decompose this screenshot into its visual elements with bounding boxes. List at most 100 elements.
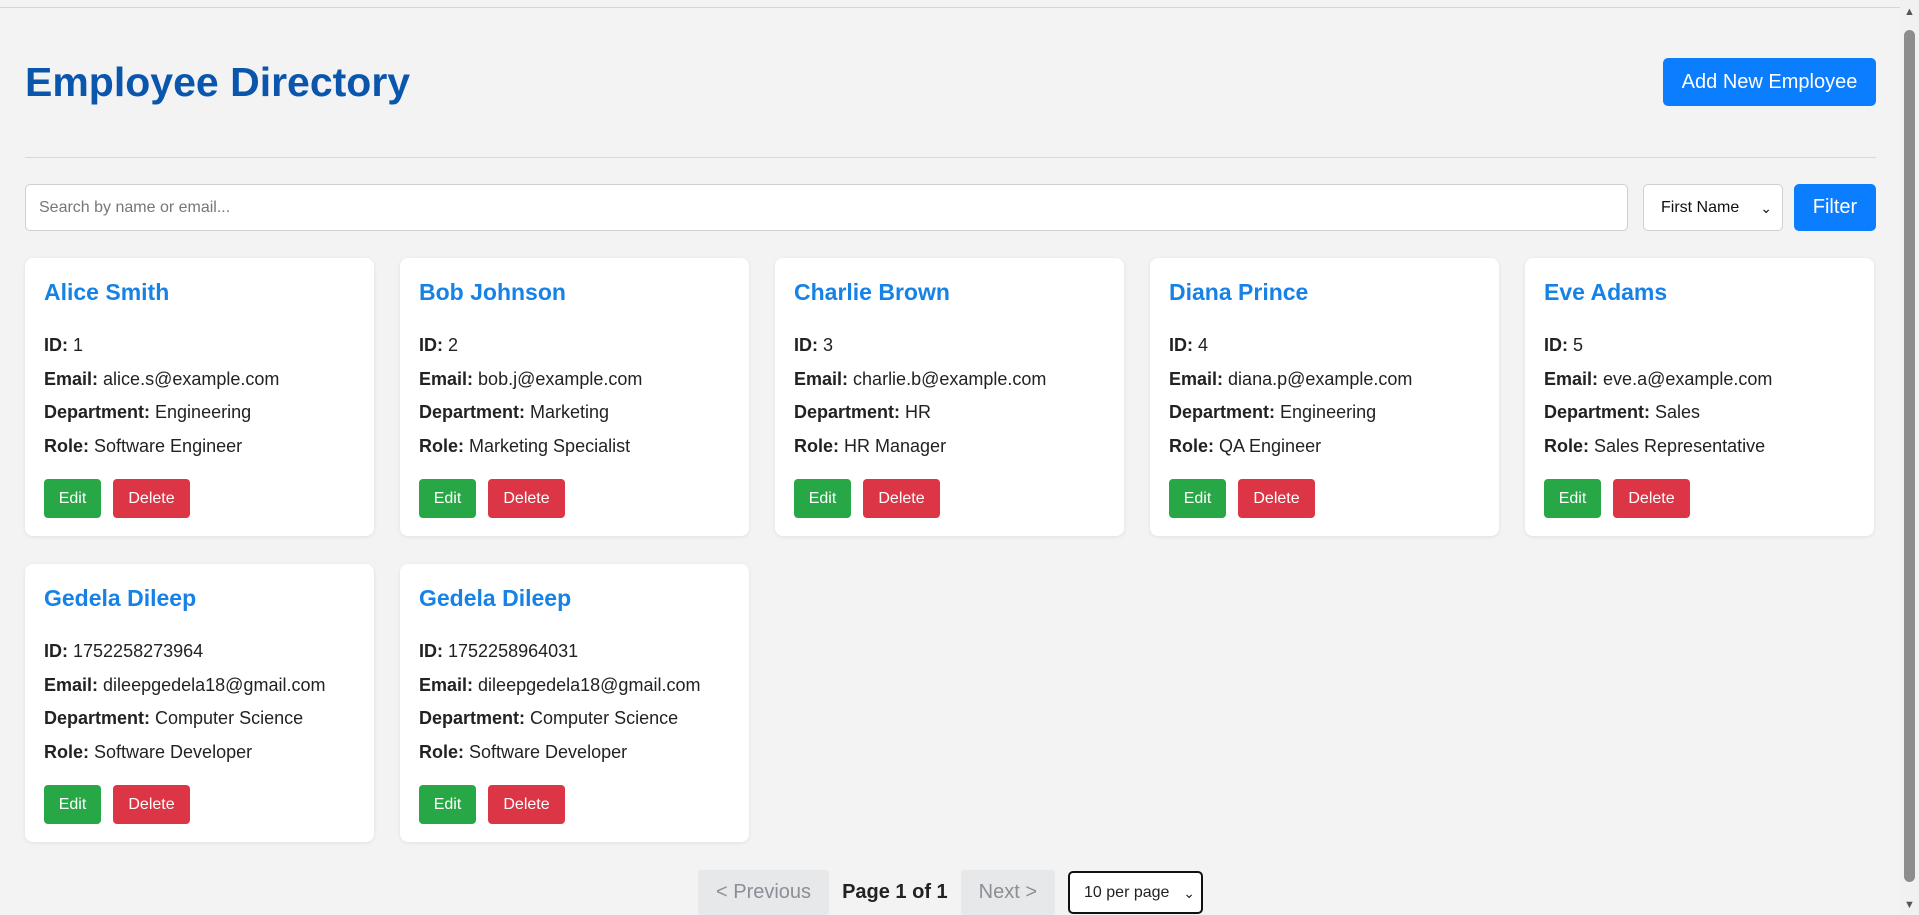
card-actions: Edit Delete xyxy=(44,785,190,824)
card-actions: Edit Delete xyxy=(1544,479,1690,518)
employee-name: Diana Prince xyxy=(1169,279,1309,305)
employee-email-row: Email: bob.j@example.com xyxy=(419,363,730,397)
employee-role: Marketing Specialist xyxy=(469,435,631,456)
department-label: Department: xyxy=(44,402,151,422)
id-label: ID: xyxy=(1544,335,1568,355)
employee-name: Gedela Dileep xyxy=(419,585,572,611)
employee-email-row: Email: dileepgedela18@gmail.com xyxy=(419,669,730,703)
delete-button[interactable]: Delete xyxy=(113,785,190,824)
edit-button[interactable]: Edit xyxy=(44,479,101,518)
employee-id-row: ID: 1752258964031 xyxy=(419,635,730,669)
employee-id-row: ID: 5 xyxy=(1544,329,1855,363)
card-actions: Edit Delete xyxy=(44,479,190,518)
edit-button[interactable]: Edit xyxy=(44,785,101,824)
scroll-up-arrow-icon[interactable]: ▲ xyxy=(1904,6,1915,18)
filter-button[interactable]: Filter xyxy=(1794,184,1876,231)
department-label: Department: xyxy=(419,402,526,422)
employee-role: HR Manager xyxy=(844,435,947,456)
previous-page-button[interactable]: < Previous xyxy=(698,870,830,915)
delete-button[interactable]: Delete xyxy=(488,479,565,518)
edit-button[interactable]: Edit xyxy=(1544,479,1601,518)
edit-button[interactable]: Edit xyxy=(1169,479,1226,518)
employee-details: ID: 1 Email: alice.s@example.com Departmen… xyxy=(44,329,355,463)
employee-id: 3 xyxy=(823,335,834,355)
employee-email: bob.j@example.com xyxy=(478,368,643,389)
employee-department: Sales xyxy=(1655,402,1701,422)
department-label: Department: xyxy=(1169,402,1276,422)
search-bar: First Name ⌄ Filter xyxy=(25,184,1876,232)
id-label: ID: xyxy=(44,641,68,661)
employee-role-row: Role: Software Developer xyxy=(44,736,355,770)
id-label: ID: xyxy=(1169,335,1193,355)
employee-department-row: Department: Engineering xyxy=(1169,396,1480,430)
email-label: Email: xyxy=(419,368,474,389)
next-page-button[interactable]: Next > xyxy=(960,870,1056,915)
employee-email-row: Email: eve.a@example.com xyxy=(1544,363,1855,397)
employee-department: Computer Science xyxy=(530,708,679,728)
email-label: Email: xyxy=(44,674,99,695)
employee-details: ID: 4 Email: diana.p@example.com Departmen… xyxy=(1169,329,1480,463)
scroll-down-arrow-icon[interactable]: ▼ xyxy=(1904,899,1915,911)
employee-role-row: Role: HR Manager xyxy=(794,430,1105,464)
employee-name: Bob Johnson xyxy=(419,279,566,305)
card-actions: Edit Delete xyxy=(419,785,565,824)
employee-role-row: Role: Software Developer xyxy=(419,736,730,770)
card-actions: Edit Delete xyxy=(1169,479,1315,518)
employee-email: alice.s@example.com xyxy=(103,368,280,389)
search-input[interactable] xyxy=(25,184,1628,231)
delete-button[interactable]: Delete xyxy=(113,479,190,518)
employee-role: QA Engineer xyxy=(1219,435,1322,456)
employee-card-grid: Alice Smith ID: 1 Email: alice.s@example.c… xyxy=(25,258,1876,842)
employee-email-row: Email: diana.p@example.com xyxy=(1169,363,1480,397)
employee-email-row: Email: alice.s@example.com xyxy=(44,363,355,397)
employee-email: charlie.b@example.com xyxy=(853,368,1047,389)
employee-id: 2 xyxy=(448,335,459,355)
id-label: ID: xyxy=(419,335,443,355)
vertical-scrollbar[interactable]: ▲ ▼ xyxy=(1900,0,1919,915)
employee-card: Bob Johnson ID: 2 Email: bob.j@example.com… xyxy=(400,258,749,536)
employee-email: diana.p@example.com xyxy=(1228,368,1413,389)
delete-button[interactable]: Delete xyxy=(488,785,565,824)
role-label: Role: xyxy=(44,741,89,762)
edit-button[interactable]: Edit xyxy=(419,785,476,824)
sort-field-select[interactable]: First Name ⌄ xyxy=(1643,184,1783,231)
employee-details: ID: 5 Email: eve.a@example.com Department:… xyxy=(1544,329,1855,463)
per-page-select[interactable]: 10 per page ⌄ xyxy=(1068,871,1204,914)
employee-name: Gedela Dileep xyxy=(44,585,197,611)
add-new-employee-button[interactable]: Add New Employee xyxy=(1663,58,1876,106)
chevron-down-icon: ⌄ xyxy=(1760,200,1772,216)
chevron-down-icon: ⌄ xyxy=(1183,885,1196,901)
employee-role-row: Role: Sales Representative xyxy=(1544,430,1855,464)
card-actions: Edit Delete xyxy=(419,479,565,518)
employee-department: Marketing xyxy=(530,402,610,422)
department-label: Department: xyxy=(44,708,151,728)
employee-department-row: Department: Computer Science xyxy=(44,702,355,736)
delete-button[interactable]: Delete xyxy=(863,479,940,518)
employee-email-row: Email: charlie.b@example.com xyxy=(794,363,1105,397)
delete-button[interactable]: Delete xyxy=(1238,479,1315,518)
card-actions: Edit Delete xyxy=(794,479,940,518)
scrollbar-thumb[interactable] xyxy=(1904,30,1915,882)
employee-email: dileepgedela18@gmail.com xyxy=(103,674,326,695)
employee-card: Alice Smith ID: 1 Email: alice.s@example.c… xyxy=(25,258,374,536)
employee-role: Software Engineer xyxy=(94,435,243,456)
employee-department-row: Department: Computer Science xyxy=(419,702,730,736)
per-page-selected: 10 per page xyxy=(1084,883,1170,901)
role-label: Role: xyxy=(794,435,839,456)
department-label: Department: xyxy=(419,708,526,728)
email-label: Email: xyxy=(1169,368,1224,389)
email-label: Email: xyxy=(794,368,849,389)
employee-id: 5 xyxy=(1573,335,1584,355)
employee-id: 1752258964031 xyxy=(448,641,579,661)
edit-button[interactable]: Edit xyxy=(419,479,476,518)
employee-role-row: Role: QA Engineer xyxy=(1169,430,1480,464)
role-label: Role: xyxy=(44,435,89,456)
employee-card: Charlie Brown ID: 3 Email: charlie.b@examp… xyxy=(775,258,1124,536)
edit-button[interactable]: Edit xyxy=(794,479,851,518)
employee-details: ID: 3 Email: charlie.b@example.com Departm… xyxy=(794,329,1105,463)
employee-card: Gedela Dileep ID: 1752258964031 Email: dil… xyxy=(400,564,749,842)
employee-details: ID: 1752258273964 Email: dileepgedela18@g… xyxy=(44,635,355,769)
delete-button[interactable]: Delete xyxy=(1613,479,1690,518)
role-label: Role: xyxy=(419,435,464,456)
employee-id: 1752258273964 xyxy=(73,641,204,661)
